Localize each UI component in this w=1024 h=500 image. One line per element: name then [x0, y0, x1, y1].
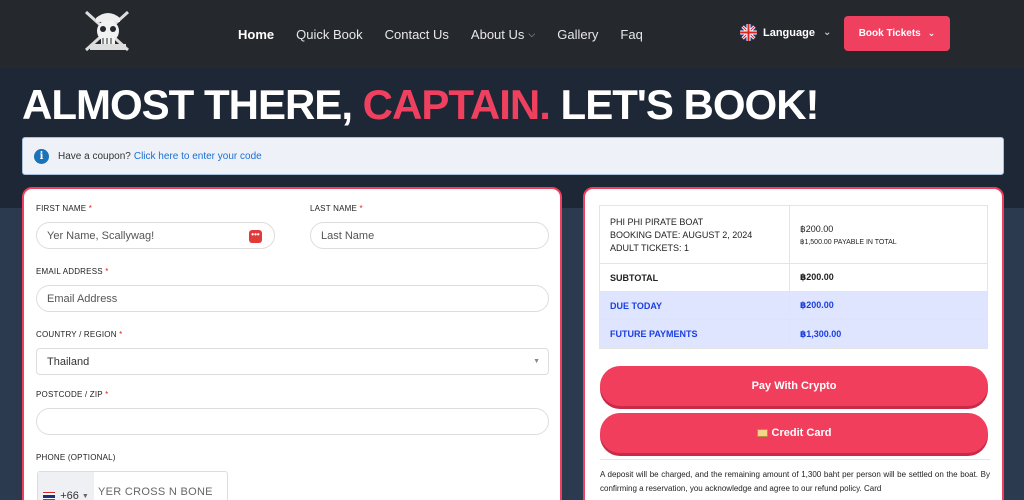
item-price: ฿200.00 ฿1,500.00 PAYABLE IN TOTAL: [790, 206, 987, 263]
payable-note: ฿1,500.00 PAYABLE IN TOTAL: [800, 238, 897, 246]
first-name-field[interactable]: Yer Name, Scallywag! •••: [36, 222, 275, 249]
book-tickets-button[interactable]: Book Tickets ⌄: [844, 16, 950, 51]
postcode-label: POSTCODE / ZIP *: [36, 390, 109, 399]
email-placeholder: Email Address: [47, 292, 118, 305]
pay-crypto-label: Pay With Crypto: [751, 380, 837, 392]
nav-contact-us-label: Contact Us: [384, 26, 449, 42]
nav-gallery-label: Gallery: [557, 26, 599, 42]
uk-flag-icon: [740, 24, 757, 41]
due-today-value: ฿200.00: [800, 300, 834, 310]
nav-quick-book[interactable]: Quick Book: [296, 24, 362, 44]
country-label: COUNTRY / REGION *: [36, 330, 123, 339]
table-row: SUBTOTAL ฿200.00: [600, 264, 987, 292]
phone-code-value: +66: [60, 490, 79, 500]
thailand-flag-icon: [43, 491, 56, 500]
billing-form: FIRST NAME * Yer Name, Scallywag! ••• LA…: [22, 187, 562, 500]
title-part-1: ALMOST THERE,: [22, 81, 363, 128]
email-field[interactable]: Email Address: [36, 285, 549, 312]
autofill-icon[interactable]: •••: [249, 230, 262, 243]
table-row: DUE TODAY ฿200.00: [600, 292, 987, 320]
chevron-down-icon: ▼: [81, 492, 89, 500]
last-name-label: LAST NAME *: [310, 204, 363, 213]
nav-gallery[interactable]: Gallery: [557, 24, 598, 44]
country-value: Thailand: [47, 355, 90, 368]
credit-card-button[interactable]: Credit Card: [600, 413, 988, 453]
table-row: FUTURE PAYMENTS ฿1,300.00: [600, 320, 987, 348]
nav-faq-label: Faq: [620, 26, 643, 42]
last-name-placeholder: Last Name: [321, 229, 375, 242]
nav-home[interactable]: Home: [238, 24, 274, 44]
language-label: Language: [763, 26, 815, 39]
table-row: PHI PHI PIRATE BOAT BOOKING DATE: AUGUST…: [600, 206, 987, 264]
chevron-down-icon: ⌄: [822, 27, 832, 38]
info-icon: i: [34, 148, 49, 164]
deposit-disclaimer: A deposit will be charged, and the remai…: [600, 470, 990, 493]
country-select[interactable]: Thailand ▼: [36, 348, 549, 375]
due-today-label: DUE TODAY: [600, 292, 790, 319]
product-name: PHI PHI PIRATE BOAT: [610, 216, 704, 227]
postcode-field[interactable]: [36, 408, 549, 435]
title-accent: CAPTAIN.: [362, 81, 551, 128]
pay-with-crypto-button[interactable]: Pay With Crypto: [600, 366, 988, 406]
chevron-down-icon: ⌄: [927, 28, 936, 38]
nav-contact-us[interactable]: Contact Us: [385, 24, 449, 44]
item-price-value: ฿200.00: [800, 223, 834, 234]
last-name-field[interactable]: Last Name: [310, 222, 549, 249]
email-label: EMAIL ADDRESS *: [36, 267, 109, 276]
adult-tickets: ADULT TICKETS: 1: [610, 242, 690, 253]
order-summary: PHI PHI PIRATE BOAT BOOKING DATE: AUGUST…: [583, 187, 1004, 500]
first-name-label: FIRST NAME *: [36, 204, 93, 213]
pirate-logo-icon[interactable]: [78, 6, 138, 56]
coupon-notice: i Have a coupon? Click here to enter you…: [22, 137, 1004, 175]
order-table: PHI PHI PIRATE BOAT BOOKING DATE: AUGUST…: [599, 205, 988, 349]
nav-faq[interactable]: Faq: [620, 24, 642, 44]
language-selector[interactable]: Language ⌄: [740, 24, 831, 41]
item-details: PHI PHI PIRATE BOAT BOOKING DATE: AUGUST…: [600, 206, 790, 263]
nav-about-us[interactable]: About Us ⌵: [471, 24, 535, 44]
phone-placeholder: YER CROSS N BONE: [98, 486, 213, 498]
first-name-placeholder: Yer Name, Scallywag!: [47, 229, 155, 242]
phone-country-code[interactable]: +66 ▼: [38, 472, 94, 500]
nav-about-us-label: About Us: [470, 26, 525, 42]
credit-card-label: Credit Card: [771, 427, 832, 439]
phone-field[interactable]: +66 ▼ YER CROSS N BONE: [37, 471, 228, 500]
title-part-2: LET'S BOOK!: [549, 81, 820, 128]
divider: [600, 459, 990, 460]
book-tickets-label: Book Tickets: [858, 28, 921, 39]
future-payments-label: FUTURE PAYMENTS: [600, 320, 790, 348]
nav-home-label: Home: [238, 26, 275, 42]
nav-quick-book-label: Quick Book: [296, 26, 363, 42]
phone-label: PHONE (OPTIONAL): [36, 453, 116, 462]
future-payments-value: ฿1,300.00: [800, 328, 842, 339]
chevron-down-icon: ▼: [533, 358, 540, 365]
booking-date: BOOKING DATE: AUGUST 2, 2024: [610, 229, 753, 240]
coupon-text: Have a coupon?: [58, 150, 131, 162]
navbar: Home Quick Book Contact Us About Us ⌵ Gal…: [0, 0, 1024, 68]
coupon-link[interactable]: Click here to enter your code: [134, 151, 262, 162]
credit-card-icon: [756, 429, 768, 437]
main-nav: Home Quick Book Contact Us About Us ⌵ Gal…: [238, 24, 665, 44]
chevron-down-icon: ⌵: [528, 28, 536, 39]
page-title: ALMOST THERE, CAPTAIN. LET'S BOOK!: [22, 81, 820, 128]
subtotal-label: SUBTOTAL: [600, 264, 790, 291]
subtotal-value: ฿200.00: [800, 272, 834, 282]
